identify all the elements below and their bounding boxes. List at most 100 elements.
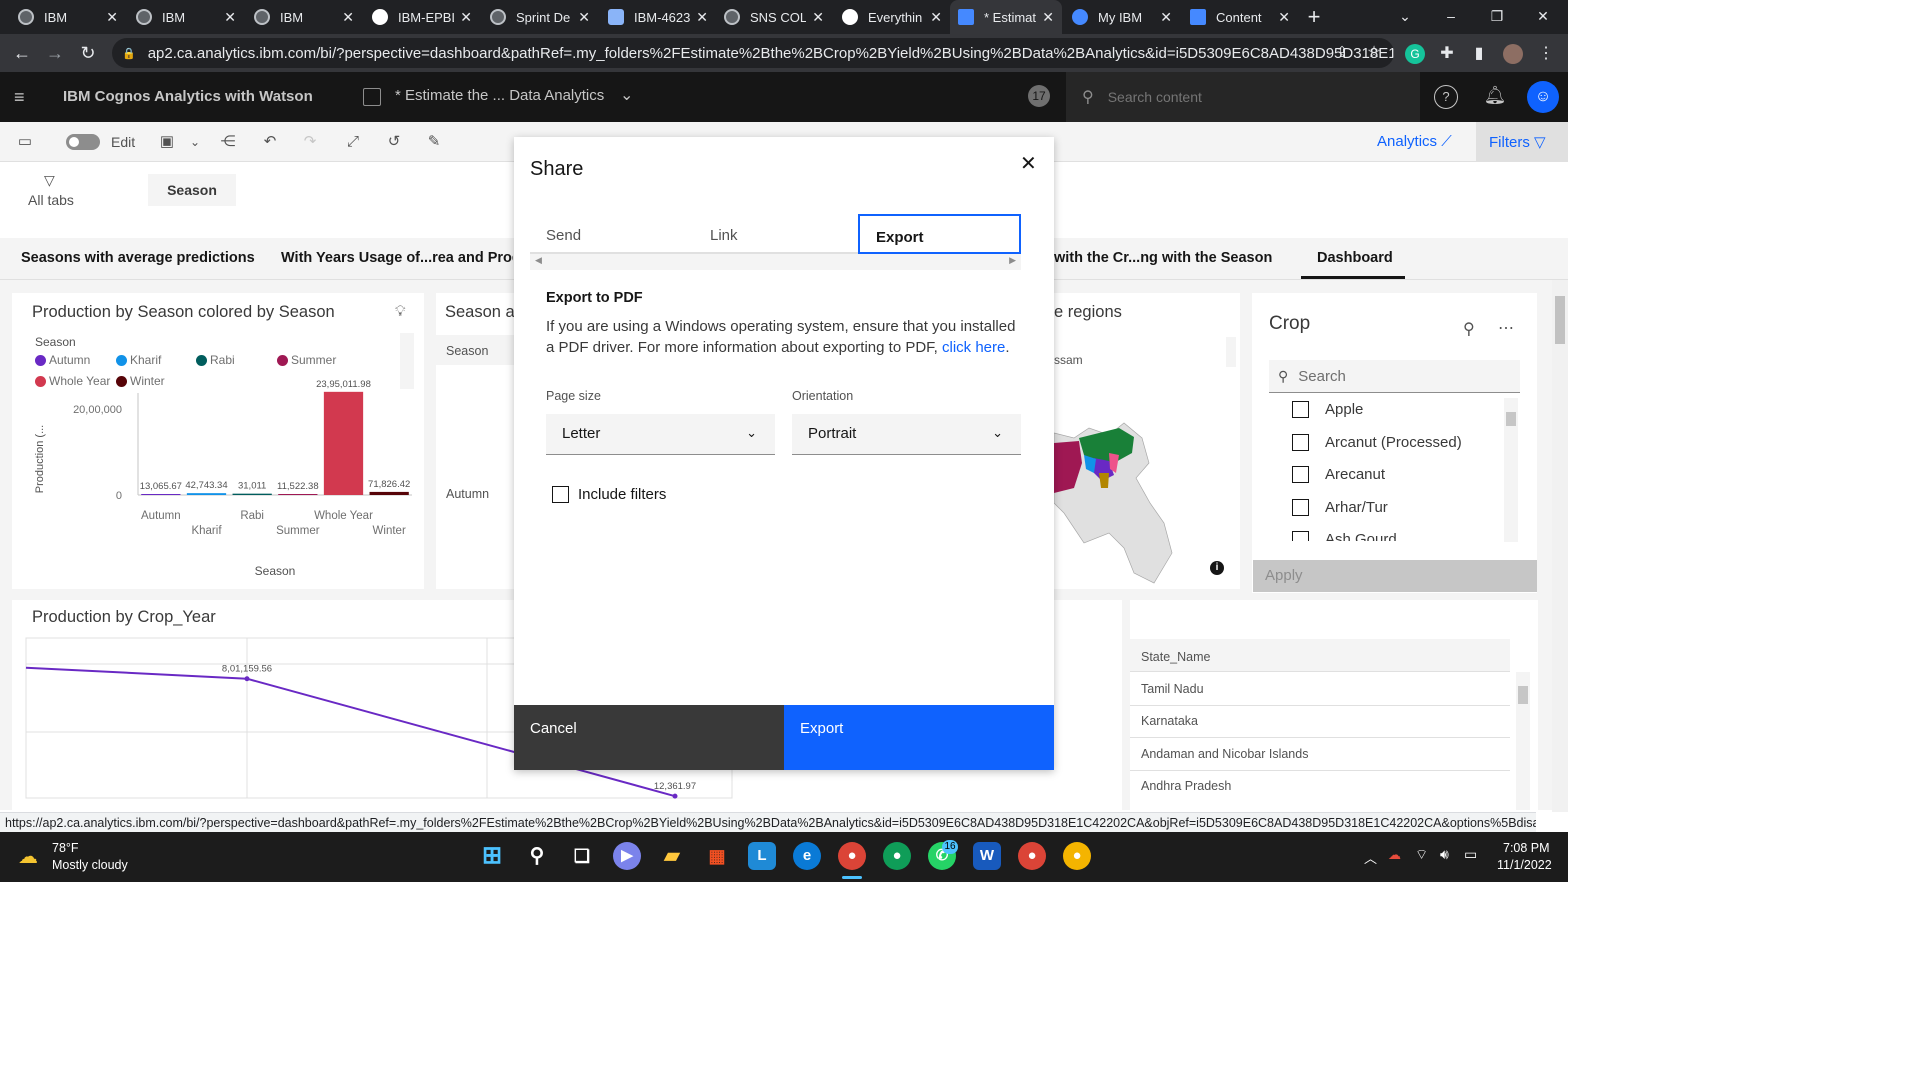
season-filter-chip[interactable]: Season	[148, 174, 236, 206]
column-header[interactable]: State_Name	[1141, 650, 1210, 664]
crop-option[interactable]: Apple	[1292, 401, 1363, 418]
close-icon[interactable]: ✕	[1020, 151, 1037, 176]
search-input[interactable]	[1107, 89, 1408, 105]
tab-dashboard[interactable]: Dashboard	[1317, 250, 1393, 266]
crop-option-partial[interactable]: Ash Gourd	[1292, 531, 1512, 541]
new-tab-button[interactable]: +	[1300, 4, 1328, 30]
help-icon[interactable]: ?	[1434, 85, 1458, 109]
reload-icon[interactable]: ↻	[72, 34, 104, 72]
user-icon[interactable]: ☺	[1527, 81, 1559, 113]
close-icon[interactable]: ✕	[106, 9, 118, 26]
store-icon[interactable]: ▦	[703, 842, 731, 870]
maximize-button[interactable]: ❐	[1474, 0, 1520, 34]
table-cell[interactable]: Tamil Nadu	[1141, 682, 1204, 696]
close-icon[interactable]: ✕	[1042, 9, 1054, 26]
tab-link[interactable]: Link	[694, 214, 858, 254]
crop-option[interactable]: Arcanut (Processed)	[1292, 434, 1462, 451]
app-l-icon[interactable]: L	[748, 842, 776, 870]
pin-icon[interactable]: ✎	[423, 131, 445, 153]
crop-search[interactable]: ⚲ Search	[1269, 360, 1520, 393]
page-scrollbar[interactable]	[1552, 280, 1568, 812]
redo-icon[interactable]: ↷	[299, 131, 321, 153]
address-bar[interactable]: 🔒 ap2.ca.analytics.ibm.com/bi/?perspectiv…	[112, 38, 1394, 68]
refresh-icon[interactable]: ↺	[383, 131, 405, 153]
grammarly-icon[interactable]: G	[1405, 44, 1425, 64]
clock-date[interactable]: 11/1/2022	[1497, 858, 1552, 872]
overflow-menu-icon[interactable]: ⋯	[1498, 318, 1514, 338]
wifi-icon[interactable]: ⌔	[1415, 846, 1428, 864]
edge-icon[interactable]: e	[793, 842, 821, 870]
browser-tab[interactable]: Sprint De ✕	[482, 0, 598, 34]
all-tabs-label[interactable]: All tabs	[28, 192, 74, 208]
chrome-icon[interactable]: ●	[838, 842, 866, 870]
chrome-icon[interactable]: ●	[1018, 842, 1046, 870]
tab-export[interactable]: Export	[858, 214, 1021, 254]
checkbox[interactable]	[1292, 531, 1309, 541]
windows-start-icon[interactable]: ⊞	[478, 842, 506, 870]
checkbox[interactable]	[1292, 434, 1309, 451]
tab-send[interactable]: Send	[530, 214, 694, 254]
chrome-icon[interactable]: ●	[1063, 842, 1091, 870]
browser-tab[interactable]: SNS COL ✕	[716, 0, 832, 34]
table-scrollbar[interactable]	[1516, 672, 1530, 810]
weather-icon[interactable]: ☁	[18, 844, 38, 869]
season-area-widget[interactable]: Season ar Season Autumn	[436, 293, 520, 589]
export-button[interactable]: Export	[784, 705, 1054, 770]
browser-tab[interactable]: Everythin ✕	[834, 0, 950, 34]
tab-crop-season[interactable]: with the Cr...ng with the Season	[1054, 250, 1272, 266]
checkbox[interactable]	[1292, 499, 1309, 516]
close-icon[interactable]: ✕	[930, 9, 942, 26]
click-here-link[interactable]: click here	[942, 339, 1005, 356]
volume-icon[interactable]: 🔊︎	[1440, 846, 1449, 863]
include-filters-checkbox[interactable]	[552, 486, 569, 503]
checkbox[interactable]	[1292, 401, 1309, 418]
close-icon[interactable]: ✕	[696, 9, 708, 26]
browser-tab[interactable]: Content ✕	[1182, 0, 1298, 34]
fullscreen-icon[interactable]: ⤢	[342, 131, 364, 153]
chevron-down-icon[interactable]: ⌄	[620, 85, 633, 105]
search-icon[interactable]: ⚲	[523, 842, 551, 870]
table-cell[interactable]: Andhra Pradesh	[1141, 779, 1231, 793]
undo-icon[interactable]: ↶	[259, 131, 281, 153]
word-icon[interactable]: W	[973, 842, 1001, 870]
minimize-button[interactable]: –	[1428, 0, 1474, 34]
season-chart-widget[interactable]: Production by Season colored by Season 💡…	[12, 293, 424, 589]
analytics-button[interactable]: Analytics ⟋	[1377, 133, 1452, 150]
task-view-icon[interactable]: ❏	[568, 842, 596, 870]
share-icon[interactable]: ⋲	[217, 131, 239, 153]
temperature[interactable]: 78°F	[52, 841, 79, 855]
table-cell[interactable]: Andaman and Nicobar Islands	[1141, 747, 1308, 761]
table-cell[interactable]: Karnataka	[1141, 714, 1198, 728]
filters-button[interactable]: Filters ▽	[1476, 122, 1568, 162]
tab-seasons-predictions[interactable]: Seasons with average predictions	[21, 250, 255, 266]
browser-tab[interactable]: My IBM ✕	[1064, 0, 1180, 34]
star-icon[interactable]: ☆	[1358, 34, 1390, 72]
india-map[interactable]	[1054, 393, 1240, 589]
scroll-right-icon[interactable]: ▶	[1009, 255, 1016, 266]
close-window-button[interactable]: ✕	[1520, 0, 1566, 34]
browser-tab[interactable]: IBM-4623 ✕	[600, 0, 716, 34]
sidebar-icon[interactable]: ▮	[1469, 44, 1489, 64]
browser-tab[interactable]: IBM ✕	[10, 0, 126, 34]
browser-tab[interactable]: IBM ✕	[246, 0, 362, 34]
onedrive-icon[interactable]: ☁	[1388, 847, 1401, 863]
forward-arrow-icon[interactable]: →	[39, 34, 71, 72]
comment-icon[interactable]: ▭	[14, 131, 36, 153]
search-icon[interactable]: ⚲	[1463, 319, 1475, 339]
orientation-select[interactable]: Portrait ⌄	[792, 414, 1021, 455]
weather-text[interactable]: Mostly cloudy	[52, 858, 128, 872]
browser-tab[interactable]: IBM ✕	[128, 0, 244, 34]
profile-avatar[interactable]	[1503, 44, 1523, 64]
extensions-icon[interactable]: ✚	[1437, 44, 1457, 64]
hamburger-menu-icon[interactable]: ≡	[14, 88, 34, 106]
crop-option[interactable]: Ash Gourd	[1292, 531, 1397, 541]
clock-time[interactable]: 7:08 PM	[1503, 841, 1550, 855]
include-filters-option[interactable]: Include filters	[552, 486, 666, 503]
document-title[interactable]: * Estimate the ... Data Analytics	[395, 87, 604, 104]
close-icon[interactable]: ✕	[1160, 9, 1172, 26]
crop-option[interactable]: Arecanut	[1292, 466, 1385, 483]
close-icon[interactable]: ✕	[1278, 9, 1290, 26]
legend-scrollbar[interactable]	[1226, 337, 1236, 367]
battery-icon[interactable]: ▭	[1464, 846, 1477, 863]
open-items-badge[interactable]: 17	[1028, 85, 1050, 107]
